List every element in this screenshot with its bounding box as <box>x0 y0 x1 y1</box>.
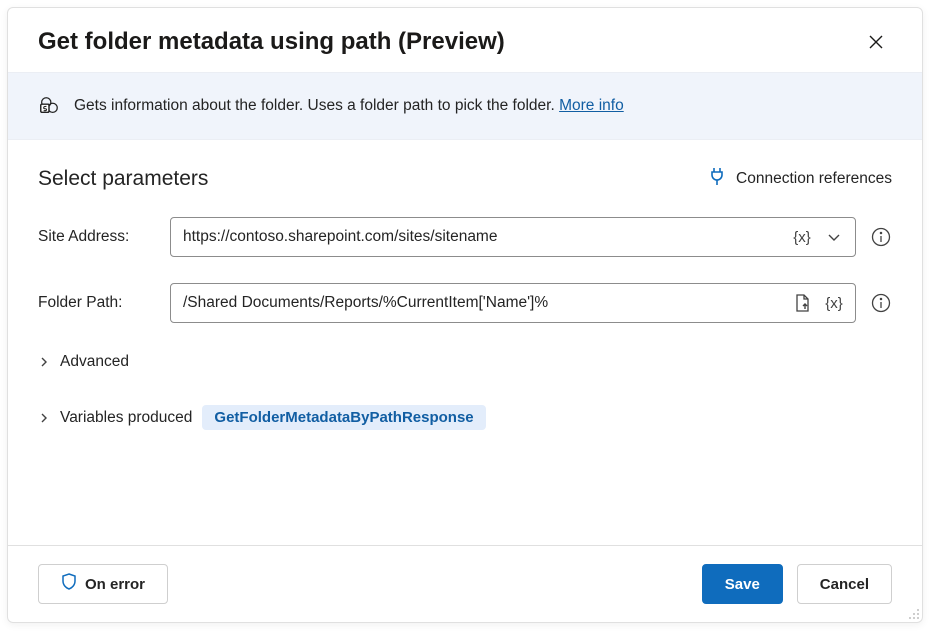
dialog-content: Select parameters Connection references … <box>8 140 922 545</box>
dialog-header: Get folder metadata using path (Preview) <box>8 8 922 72</box>
sharepoint-icon <box>38 95 60 117</box>
folder-path-input-wrap[interactable]: {x} <box>170 283 856 323</box>
connection-references-link[interactable]: Connection references <box>708 166 892 191</box>
info-icon <box>871 227 891 247</box>
file-picker-icon <box>793 293 811 313</box>
site-address-help-button[interactable] <box>870 226 892 248</box>
chevron-down-icon <box>826 229 842 245</box>
variables-produced-expander[interactable]: Variables produced GetFolderMetadataByPa… <box>38 401 892 434</box>
close-icon <box>868 34 884 50</box>
info-banner: Gets information about the folder. Uses … <box>8 72 922 140</box>
site-address-input[interactable] <box>183 228 789 246</box>
section-title: Select parameters <box>38 167 208 191</box>
variable-token-button[interactable]: {x} <box>789 224 815 250</box>
folder-path-help-button[interactable] <box>870 292 892 314</box>
dialog-title: Get folder metadata using path (Preview) <box>38 28 505 56</box>
folder-path-input[interactable] <box>183 294 789 312</box>
chevron-right-icon <box>38 356 50 368</box>
section-header: Select parameters Connection references <box>38 166 892 191</box>
close-button[interactable] <box>860 26 892 58</box>
variables-produced-label: Variables produced <box>60 409 192 427</box>
variable-token-icon: {x} <box>793 229 811 246</box>
param-site-address: Site Address: {x} <box>38 217 892 257</box>
on-error-button[interactable]: On error <box>38 564 168 604</box>
site-address-adornments: {x} <box>789 224 847 250</box>
more-info-link[interactable]: More info <box>559 97 624 114</box>
folder-path-label: Folder Path: <box>38 294 156 312</box>
site-address-input-wrap[interactable]: {x} <box>170 217 856 257</box>
site-address-label: Site Address: <box>38 228 156 246</box>
resize-grip-icon[interactable] <box>906 606 920 620</box>
file-picker-button[interactable] <box>789 290 815 316</box>
info-message: Gets information about the folder. Uses … <box>74 97 559 114</box>
variable-badge[interactable]: GetFolderMetadataByPathResponse <box>202 405 485 430</box>
on-error-label: On error <box>85 576 145 593</box>
info-text: Gets information about the folder. Uses … <box>74 97 624 115</box>
info-icon <box>871 293 891 313</box>
dialog: Get folder metadata using path (Preview)… <box>7 7 923 623</box>
footer-actions: Save Cancel <box>702 564 892 604</box>
advanced-label: Advanced <box>60 353 129 371</box>
variable-token-button[interactable]: {x} <box>821 290 847 316</box>
shield-icon <box>61 573 77 595</box>
param-folder-path: Folder Path: {x} <box>38 283 892 323</box>
plug-icon <box>708 166 726 191</box>
connection-references-label: Connection references <box>736 170 892 188</box>
dropdown-button[interactable] <box>821 224 847 250</box>
chevron-right-icon <box>38 412 50 424</box>
cancel-button[interactable]: Cancel <box>797 564 892 604</box>
folder-path-adornments: {x} <box>789 290 847 316</box>
variable-token-icon: {x} <box>825 295 843 312</box>
save-button[interactable]: Save <box>702 564 783 604</box>
dialog-footer: On error Save Cancel <box>8 545 922 622</box>
advanced-expander[interactable]: Advanced <box>38 349 892 375</box>
